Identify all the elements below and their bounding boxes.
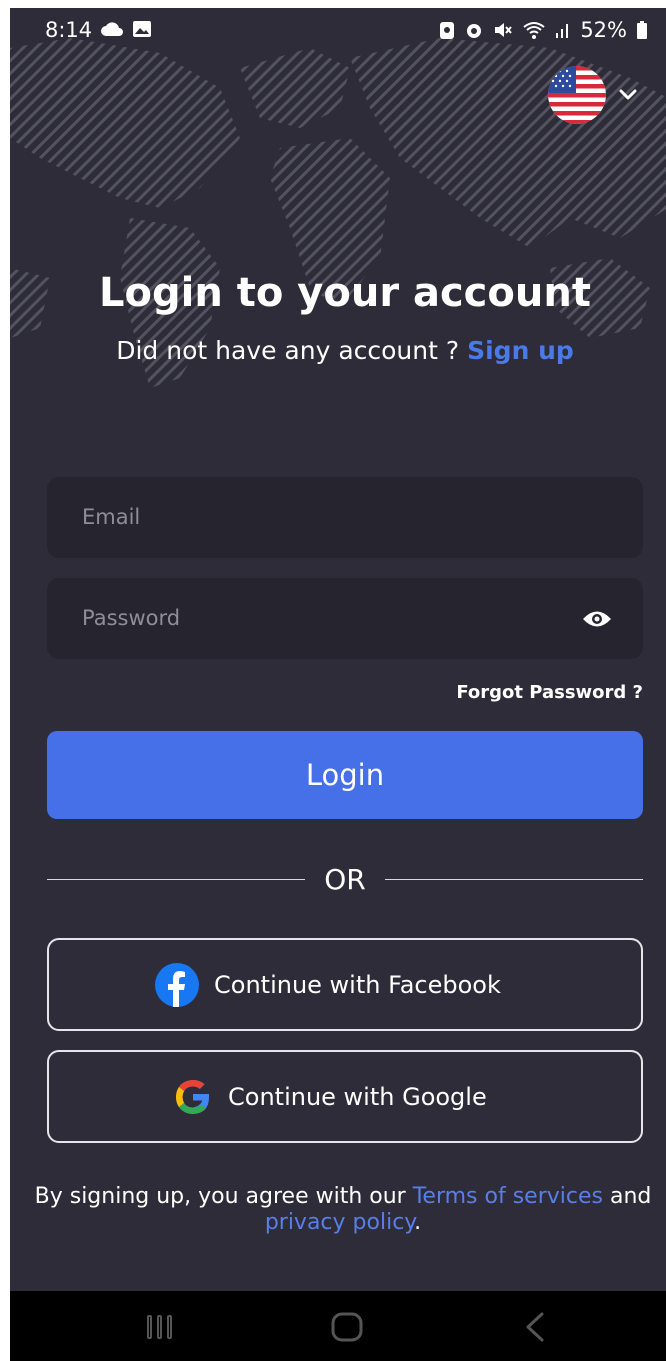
status-bar: 8:14 52% xyxy=(10,8,666,56)
status-time: 8:14 xyxy=(45,18,93,42)
signal-icon xyxy=(556,24,569,38)
email-placeholder: Email xyxy=(82,505,141,529)
wifi-icon xyxy=(523,22,545,39)
terms-of-service-link[interactable]: Terms of services xyxy=(413,1184,603,1209)
login-button[interactable]: Login xyxy=(47,731,643,819)
cloud-icon xyxy=(101,22,123,36)
terms-prefix: By signing up, you agree with our xyxy=(34,1184,406,1209)
back-icon[interactable] xyxy=(522,1311,548,1343)
email-field[interactable]: Email xyxy=(47,477,643,558)
facebook-button-label: Continue with Facebook xyxy=(214,970,501,999)
battery-percent: 52% xyxy=(580,18,627,42)
terms-suffix: . xyxy=(414,1210,422,1235)
password-placeholder: Password xyxy=(82,606,181,630)
divider-line-right xyxy=(385,879,643,880)
mute-icon xyxy=(495,23,513,37)
password-field[interactable]: Password xyxy=(47,578,643,659)
page-title: Login to your account xyxy=(99,270,591,316)
terms-and: and xyxy=(609,1184,652,1209)
forgot-password-link[interactable]: Forgot Password ? xyxy=(456,682,643,703)
google-button-label: Continue with Google xyxy=(228,1082,487,1111)
sign-up-link[interactable]: Sign up xyxy=(467,336,574,365)
battery-icon xyxy=(637,21,647,39)
google-icon xyxy=(176,1079,209,1114)
image-icon xyxy=(133,21,151,37)
or-label: OR xyxy=(324,863,366,896)
or-divider: OR xyxy=(47,863,643,897)
system-navigation-bar xyxy=(10,1291,666,1361)
language-selector[interactable] xyxy=(548,66,638,124)
us-flag-icon xyxy=(548,66,606,124)
signup-prompt: Did not have any account ? Sign up xyxy=(10,336,666,365)
signup-prompt-text: Did not have any account ? xyxy=(116,336,460,365)
show-password-icon[interactable] xyxy=(581,608,613,630)
recent-apps-icon[interactable] xyxy=(145,1313,175,1341)
status-left-icons xyxy=(100,20,152,38)
app-screen: 8:14 52% Login to your account Did not h… xyxy=(10,8,666,1361)
chevron-down-icon xyxy=(619,89,637,100)
facebook-login-button[interactable]: Continue with Facebook xyxy=(47,938,643,1031)
battery-saver-icon xyxy=(440,22,455,39)
google-login-button[interactable]: Continue with Google xyxy=(47,1050,643,1143)
status-right-icons: 52% xyxy=(439,18,648,42)
terms-notice: By signing up, you agree with our Terms … xyxy=(10,1184,666,1236)
alarm-icon xyxy=(467,24,482,38)
home-icon[interactable] xyxy=(330,1311,364,1343)
facebook-icon xyxy=(155,962,199,1007)
divider-line-left xyxy=(47,879,305,880)
privacy-policy-link[interactable]: privacy policy xyxy=(265,1210,414,1235)
